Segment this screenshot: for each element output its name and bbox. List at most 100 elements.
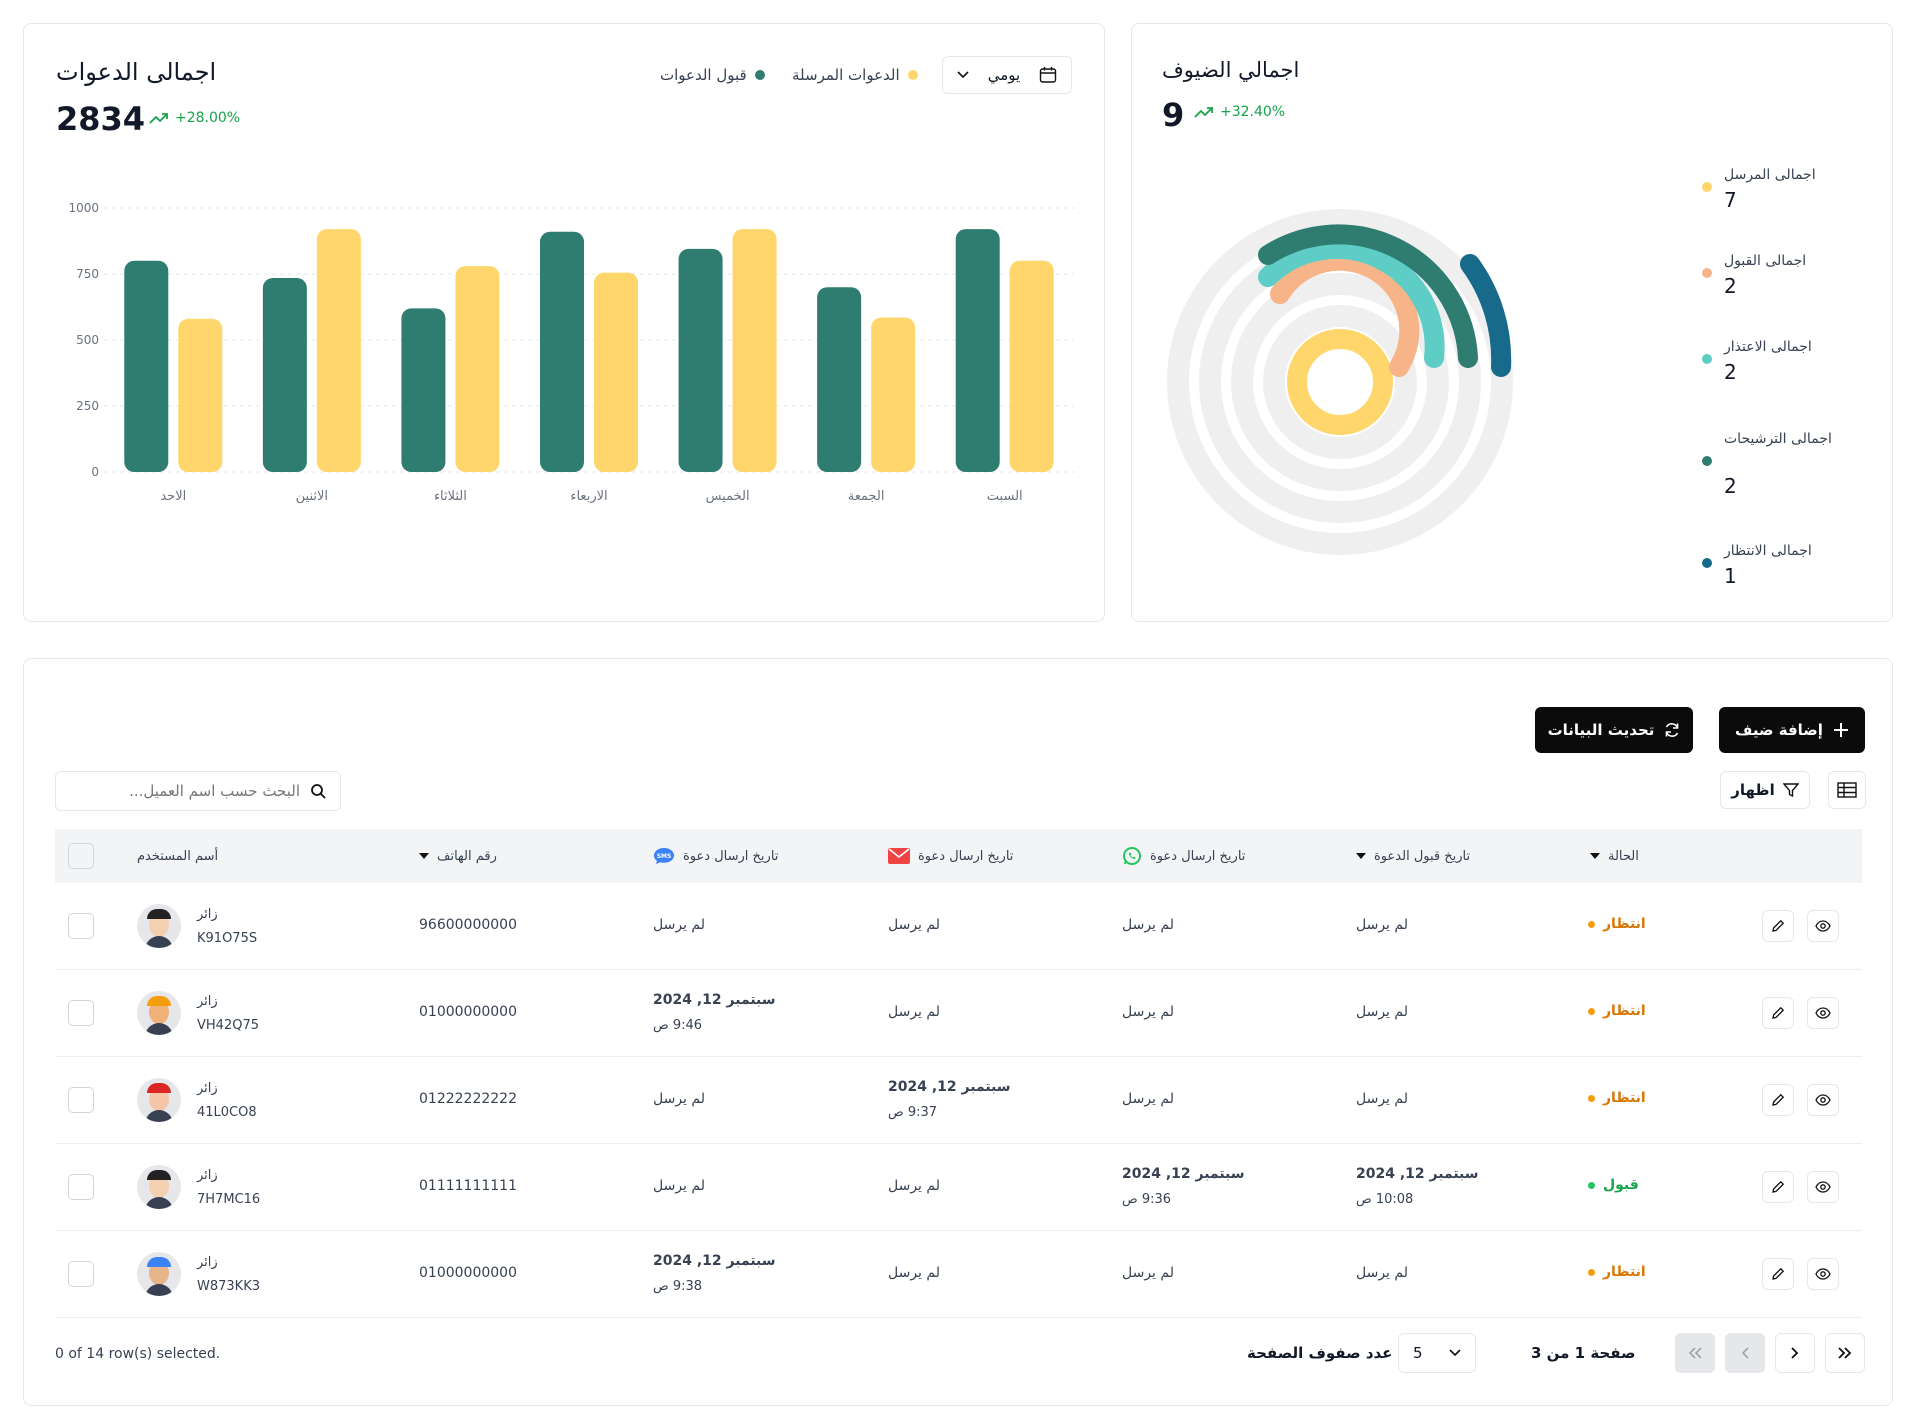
chevrons-left-icon (1688, 1347, 1702, 1359)
invites-total: 2834 (56, 100, 146, 138)
email-date: لم يرسل (888, 917, 940, 933)
show-filter-button[interactable]: اظهار (1720, 771, 1810, 809)
header-accept-date[interactable]: تاريخ قبول الدعوة (1356, 829, 1470, 883)
page-info: صفحة 1 من 3 (1531, 1344, 1636, 1362)
last-page-button[interactable] (1825, 1333, 1865, 1373)
add-guest-button[interactable]: إضافة ضيف (1719, 707, 1865, 753)
x-tick-label: الاحد (160, 489, 186, 504)
phone-number: 01000000000 (419, 1265, 517, 1281)
calendar-icon (1039, 67, 1057, 83)
edit-button[interactable] (1762, 1084, 1794, 1116)
legend-dot (1702, 558, 1712, 568)
status-dot (1588, 1268, 1595, 1276)
status-dot (1588, 1094, 1595, 1102)
edit-button[interactable] (1762, 1171, 1794, 1203)
avatar (137, 1078, 181, 1122)
row-checkbox[interactable] (68, 913, 94, 939)
bar-sent (455, 266, 500, 472)
edit-button[interactable] (1762, 997, 1794, 1029)
user-code: W873KK3 (197, 1279, 260, 1294)
guests-change: +32.40% (1194, 104, 1285, 120)
user-code: 7H7MC16 (197, 1192, 261, 1207)
x-tick-label: الجمعة (848, 489, 885, 504)
avatar (137, 991, 181, 1035)
eye-icon (1815, 920, 1831, 932)
status-badge: انتظار (1588, 916, 1646, 932)
view-button[interactable] (1807, 997, 1839, 1029)
filter-icon (1782, 783, 1799, 798)
pencil-icon (1772, 1093, 1785, 1106)
header-sms-date: تاريخ ارسال دعوة SMS (653, 829, 778, 883)
y-tick-label: 1000 (68, 201, 99, 215)
y-tick-label: 0 (91, 465, 99, 479)
row-checkbox[interactable] (68, 1261, 94, 1287)
row-checkbox[interactable] (68, 1087, 94, 1113)
legend-dot (1702, 456, 1712, 466)
user-code: VH42Q75 (197, 1018, 259, 1033)
search-box[interactable] (55, 771, 341, 811)
bar-sent (594, 272, 638, 472)
bar-sent (178, 318, 223, 472)
user-code: 41L0CO8 (197, 1105, 257, 1120)
edit-button[interactable] (1762, 1258, 1794, 1290)
chevron-right-icon (1791, 1347, 1799, 1359)
rows-per-page-label: عدد صفوف الصفحة (1247, 1344, 1393, 1362)
eye-icon (1815, 1007, 1831, 1019)
search-input[interactable] (80, 782, 300, 800)
y-tick-label: 250 (76, 399, 99, 413)
row-checkbox[interactable] (68, 1174, 94, 1200)
row-checkbox[interactable] (68, 1000, 94, 1026)
view-button[interactable] (1807, 1258, 1839, 1290)
bar-accepted (401, 308, 446, 472)
sms-date: لم يرسل (653, 1178, 705, 1194)
guests-radial-chart (1167, 209, 1513, 555)
phone-number: 96600000000 (419, 917, 517, 933)
sms-time: 9:38 ص (653, 1279, 703, 1294)
legend-dot (754, 70, 765, 80)
period-select[interactable]: يومي (942, 56, 1072, 94)
legend-dot (1702, 182, 1712, 192)
status-dot (1588, 1007, 1595, 1015)
header-username: أسم المستخدم (137, 848, 219, 864)
bar-sent (871, 317, 916, 472)
x-tick-label: السبت (987, 489, 1023, 504)
rows-per-page-select[interactable]: 5 (1398, 1333, 1476, 1373)
phone-number: 01222222222 (419, 1091, 517, 1107)
bar-accepted (678, 248, 723, 472)
whatsapp-date: لم يرسل (1122, 917, 1174, 933)
sort-down-icon (419, 853, 429, 859)
email-date: لم يرسل (888, 1004, 940, 1020)
sms-date: لم يرسل (653, 1091, 705, 1107)
view-button[interactable] (1807, 910, 1839, 942)
table-header: أسم المستخدم رقم الهاتف تاريخ ارسال دعوة… (55, 829, 1862, 883)
refresh-data-button[interactable]: تحديث البيانات (1535, 707, 1693, 753)
status-badge: انتظار (1588, 1003, 1646, 1019)
user-name: زائر (197, 1168, 218, 1183)
x-tick-label: الاثنين (296, 489, 328, 504)
avatar (137, 904, 181, 948)
edit-button[interactable] (1762, 910, 1794, 942)
pencil-icon (1772, 1006, 1785, 1019)
view-button[interactable] (1807, 1171, 1839, 1203)
email-date: سبتمبر 12, 2024 (888, 1079, 1011, 1095)
email-date: لم يرسل (888, 1265, 940, 1281)
legend-dot (907, 70, 918, 80)
view-button[interactable] (1807, 1084, 1839, 1116)
sort-down-icon (1590, 853, 1600, 859)
header-status[interactable]: الحالة (1590, 829, 1639, 883)
whatsapp-date: لم يرسل (1122, 1004, 1174, 1020)
trend-up-icon (1194, 107, 1213, 118)
refresh-icon (1666, 723, 1679, 737)
columns-toggle-button[interactable] (1828, 771, 1866, 809)
whatsapp-date: لم يرسل (1122, 1091, 1174, 1107)
plus-icon (1833, 723, 1848, 737)
pencil-icon (1772, 1267, 1785, 1280)
header-phone[interactable]: رقم الهاتف (419, 829, 497, 883)
y-tick-label: 750 (76, 267, 99, 281)
next-page-button[interactable] (1775, 1333, 1815, 1373)
previous-page-button[interactable] (1725, 1333, 1765, 1373)
first-page-button[interactable] (1675, 1333, 1715, 1373)
select-all-checkbox[interactable] (68, 843, 94, 869)
whatsapp-time: 9:36 ص (1122, 1192, 1172, 1207)
bar-sent (316, 229, 361, 472)
